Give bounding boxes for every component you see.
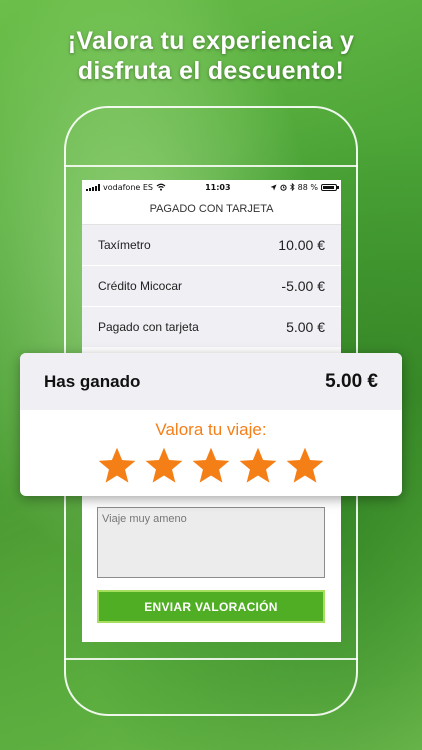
battery-percent: 88 % (297, 182, 318, 192)
bluetooth-icon (289, 183, 295, 191)
status-time: 11:03 (205, 182, 231, 192)
earned-amount: 5.00 € (325, 370, 378, 392)
row-value: -5.00 € (281, 278, 325, 294)
headline: ¡Valora tu experiencia y disfruta el des… (0, 26, 422, 86)
star-icon[interactable] (237, 445, 279, 487)
row-label: Taxímetro (98, 238, 151, 252)
star-icon[interactable] (143, 445, 185, 487)
send-rating-button[interactable]: ENVIAR VALORACIÓN (97, 590, 325, 623)
phone-divider-top (64, 165, 358, 167)
fare-row-pagado: Pagado con tarjeta 5.00 € (82, 307, 341, 348)
carrier-name: vodafone ES (103, 182, 153, 192)
star-icon[interactable] (96, 445, 138, 487)
star-rating[interactable] (20, 445, 402, 487)
row-value: 10.00 € (278, 237, 325, 253)
battery-icon (320, 183, 339, 191)
status-bar: vodafone ES 11:03 88 % (82, 180, 341, 194)
fare-row-taximetro: Taxímetro 10.00 € (82, 225, 341, 266)
screen-title: PAGADO CON TARJETA (82, 194, 341, 225)
row-value: 5.00 € (286, 319, 325, 335)
fare-row-credito: Crédito Micocar -5.00 € (82, 266, 341, 307)
headline-line-2: disfruta el descuento! (77, 57, 345, 85)
alarm-icon (280, 184, 287, 191)
wifi-icon (156, 183, 166, 191)
star-icon[interactable] (284, 445, 326, 487)
star-icon[interactable] (190, 445, 232, 487)
headline-line-1: ¡Valora tu experiencia y (67, 27, 355, 55)
location-icon (270, 184, 277, 190)
earned-label: Has ganado (44, 371, 141, 391)
signal-icon (86, 183, 100, 191)
rating-card: Has ganado 5.00 € Valora tu viaje: (20, 353, 402, 496)
row-label: Pagado con tarjeta (98, 320, 199, 334)
earned-header: Has ganado 5.00 € (20, 353, 402, 410)
rate-trip-label: Valora tu viaje: (155, 420, 267, 439)
comment-placeholder: Viaje muy ameno (102, 513, 187, 525)
phone-divider-bottom (64, 658, 358, 660)
comment-textarea[interactable]: Viaje muy ameno (97, 507, 325, 578)
row-label: Crédito Micocar (98, 279, 183, 293)
